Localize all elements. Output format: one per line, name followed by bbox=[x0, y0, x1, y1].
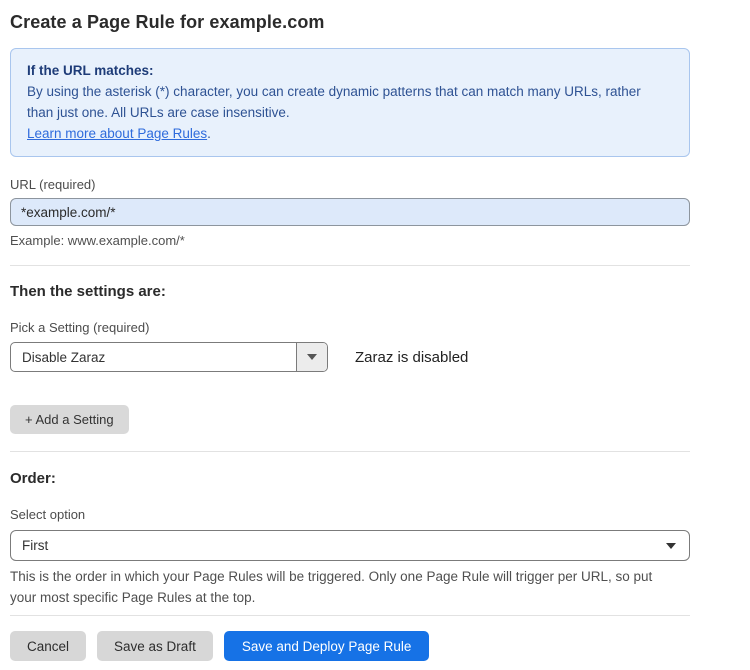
order-select[interactable]: First bbox=[10, 530, 690, 561]
order-description: This is the order in which your Page Rul… bbox=[10, 566, 682, 608]
setting-select[interactable]: Disable Zaraz bbox=[10, 342, 328, 372]
url-input[interactable] bbox=[10, 198, 690, 226]
info-box-title: If the URL matches: bbox=[27, 60, 673, 81]
page-rule-form: Create a Page Rule for example.com If th… bbox=[0, 0, 750, 670]
save-deploy-button[interactable]: Save and Deploy Page Rule bbox=[224, 631, 430, 661]
caret-down-icon bbox=[666, 543, 676, 549]
divider bbox=[10, 451, 690, 452]
divider bbox=[10, 265, 690, 266]
info-box-body: By using the asterisk (*) character, you… bbox=[27, 81, 667, 123]
settings-section-heading: Then the settings are: bbox=[10, 283, 690, 300]
setting-select-value: Disable Zaraz bbox=[11, 350, 296, 365]
cancel-button[interactable]: Cancel bbox=[10, 631, 86, 661]
setting-picker-label: Pick a Setting (required) bbox=[10, 320, 690, 335]
setting-status-text: Zaraz is disabled bbox=[355, 349, 468, 366]
form-content: Create a Page Rule for example.com If th… bbox=[10, 12, 690, 661]
caret-down-icon bbox=[307, 354, 317, 360]
url-field-label: URL (required) bbox=[10, 177, 690, 192]
order-section-heading: Order: bbox=[10, 470, 690, 487]
setting-select-arrow-button[interactable] bbox=[296, 343, 327, 371]
setting-row: Disable Zaraz Zaraz is disabled bbox=[10, 342, 690, 372]
link-period: . bbox=[207, 126, 211, 141]
save-draft-button[interactable]: Save as Draft bbox=[97, 631, 213, 661]
info-box-link-line: Learn more about Page Rules. bbox=[27, 123, 673, 144]
order-select-label: Select option bbox=[10, 507, 690, 522]
url-example-hint: Example: www.example.com/* bbox=[10, 233, 690, 248]
learn-more-link[interactable]: Learn more about Page Rules bbox=[27, 126, 207, 141]
page-title: Create a Page Rule for example.com bbox=[10, 12, 690, 33]
divider bbox=[10, 615, 690, 616]
order-select-value: First bbox=[22, 538, 48, 553]
url-match-info-box: If the URL matches: By using the asteris… bbox=[10, 48, 690, 157]
add-setting-button[interactable]: + Add a Setting bbox=[10, 405, 129, 434]
action-button-row: Cancel Save as Draft Save and Deploy Pag… bbox=[10, 631, 690, 661]
